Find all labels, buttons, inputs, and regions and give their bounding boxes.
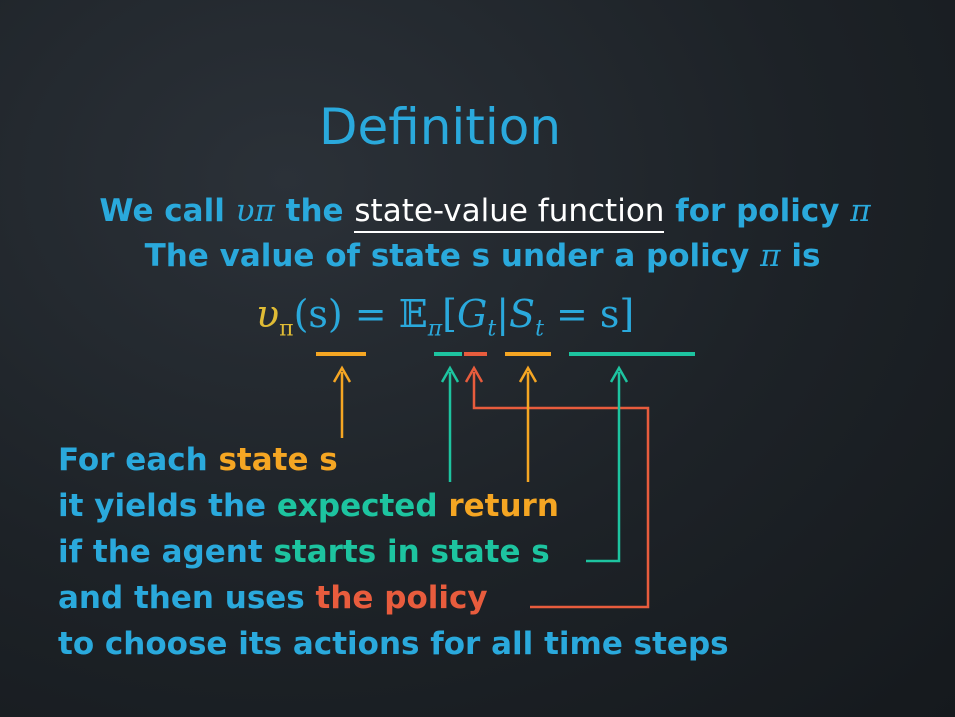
arrow-start-state [586,372,621,563]
annotation-line-5: to choose its actions for all time steps [58,626,729,662]
annotation-line-4: and then uses the policy [58,580,488,616]
annotation-line-3: if the agent starts in state s [58,534,550,570]
annotation-line-2: it yields the expected return [58,488,559,524]
annotation-line-1: For each state s [58,442,338,478]
